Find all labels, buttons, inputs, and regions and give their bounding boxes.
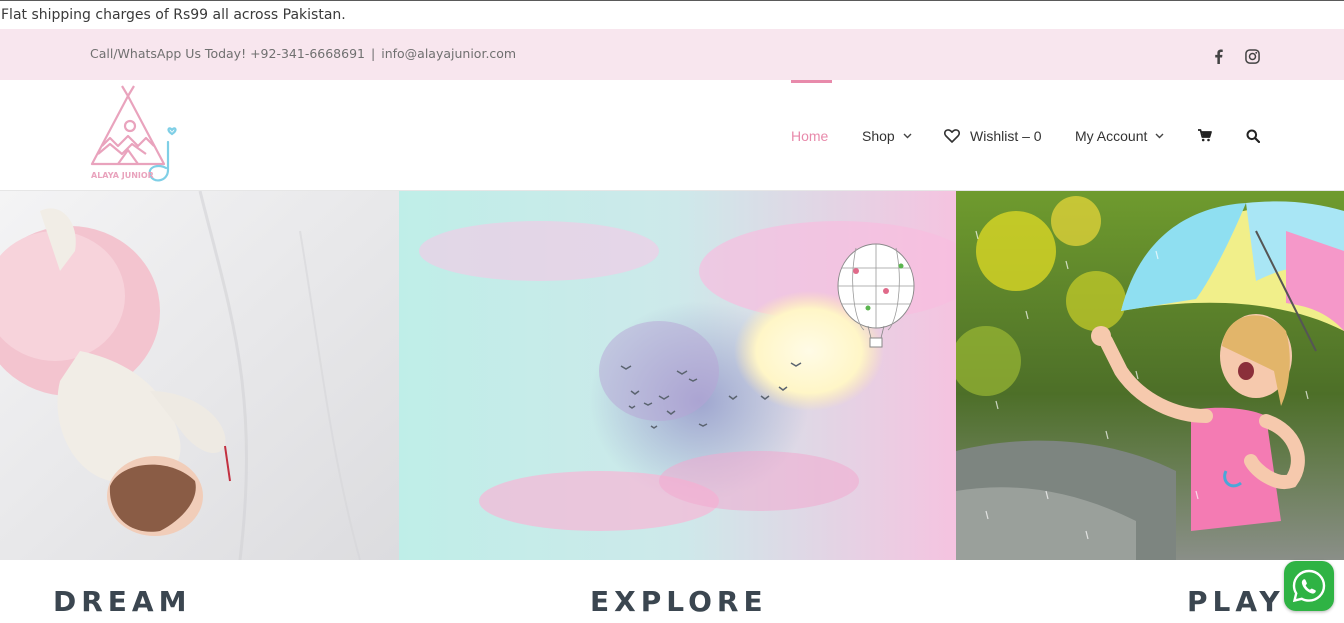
- facebook-icon[interactable]: [1208, 46, 1228, 66]
- hero-image-play[interactable]: [956, 191, 1344, 560]
- chevron-down-icon: [903, 133, 912, 139]
- hero-image-explore[interactable]: [399, 191, 956, 560]
- nav-home[interactable]: Home: [791, 128, 828, 144]
- site-logo[interactable]: ALAYA JUNIOR: [88, 84, 188, 186]
- nav-shop-label: Shop: [862, 128, 895, 144]
- chevron-down-icon: [1155, 133, 1164, 139]
- nav-wishlist-label: Wishlist – 0: [970, 128, 1042, 144]
- nav-my-account[interactable]: My Account: [1075, 128, 1164, 144]
- contact-bar: Call/WhatsApp Us Today! +92-341-6668691 |…: [0, 29, 1344, 80]
- site-header: ALAYA JUNIOR Home Shop Wishlist – 0 My A…: [0, 80, 1344, 191]
- cart-icon[interactable]: [1198, 129, 1212, 142]
- whatsapp-icon: [1292, 569, 1326, 603]
- whatsapp-chat-button[interactable]: [1284, 561, 1334, 611]
- nav-account-label: My Account: [1075, 128, 1148, 144]
- nav-wishlist[interactable]: Wishlist – 0: [944, 128, 1042, 144]
- announcement-bar: Flat shipping charges of Rs99 all across…: [0, 0, 1344, 29]
- instagram-icon[interactable]: [1242, 46, 1262, 66]
- contact-email[interactable]: info@alayajunior.com: [381, 46, 516, 61]
- nav-home-label: Home: [791, 128, 829, 144]
- caption-explore: EXPLORE: [590, 585, 768, 618]
- nav-shop[interactable]: Shop: [862, 128, 912, 144]
- search-icon[interactable]: [1246, 129, 1260, 143]
- active-nav-indicator: [791, 80, 832, 83]
- announcement-text: Flat shipping charges of Rs99 all across…: [1, 7, 346, 23]
- logo-text: ALAYA JUNIOR: [91, 171, 154, 180]
- contact-info: Call/WhatsApp Us Today! +92-341-6668691 |…: [90, 46, 516, 61]
- hero-image-dream[interactable]: [0, 191, 399, 560]
- contact-phone[interactable]: Call/WhatsApp Us Today! +92-341-6668691: [90, 46, 365, 61]
- caption-play: PLAY: [1187, 585, 1285, 618]
- caption-dream: DREAM: [53, 585, 192, 618]
- heart-icon: [944, 129, 960, 143]
- contact-separator: |: [371, 46, 376, 61]
